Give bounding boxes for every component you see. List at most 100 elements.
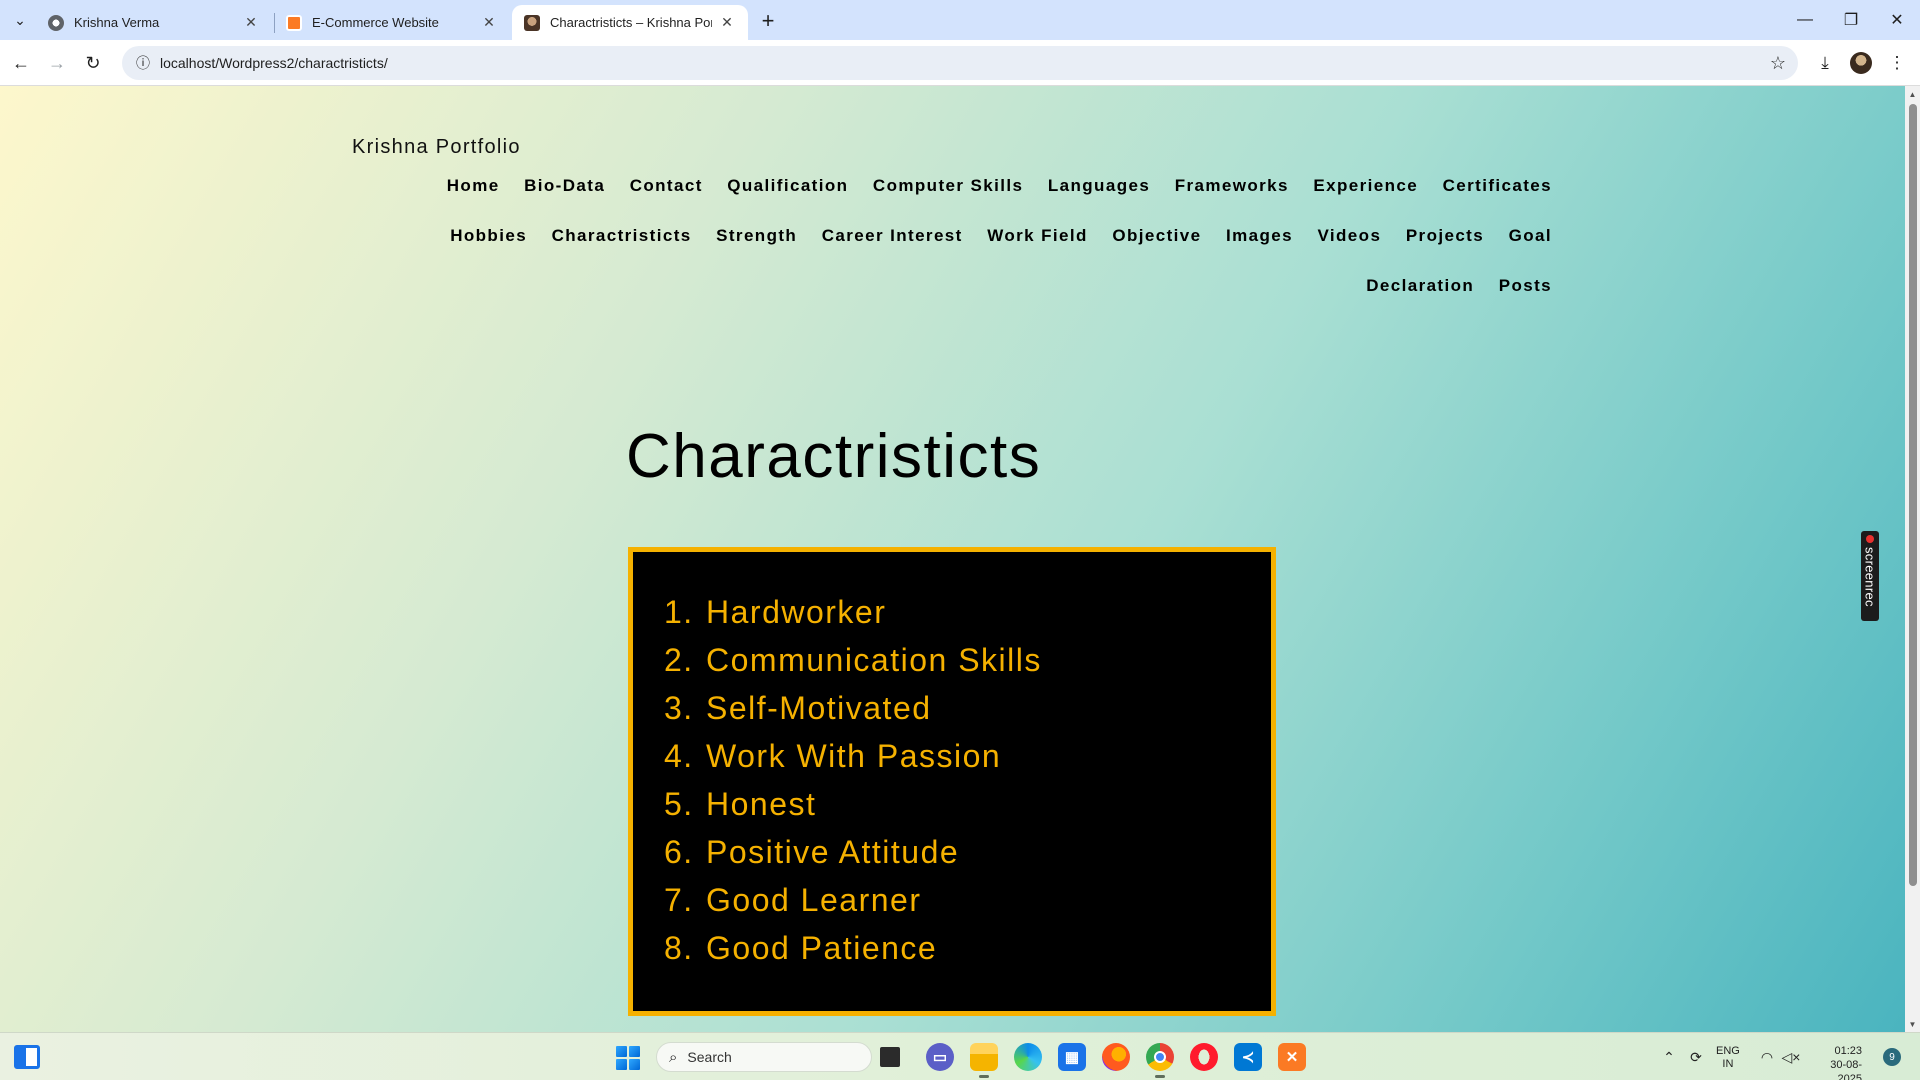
site-title[interactable]: Krishna Portfolio bbox=[352, 136, 521, 159]
screenrec-widget[interactable]: screenrec bbox=[1861, 531, 1879, 621]
sync-status-icon[interactable]: ⟳ bbox=[1684, 1043, 1708, 1071]
menu-item-charactristicts[interactable]: Charactristicts bbox=[552, 222, 692, 250]
address-bar[interactable]: ⓘ localhost/Wordpress2/charactristicts/ … bbox=[122, 46, 1798, 80]
windows-logo-pane bbox=[629, 1059, 640, 1070]
show-hidden-icons[interactable]: ⌃ bbox=[1658, 1043, 1680, 1071]
portrait-icon bbox=[524, 14, 540, 31]
taskbar-search[interactable]: ⌕ Search bbox=[656, 1042, 872, 1072]
chevron-down-icon: ⌄ bbox=[14, 11, 26, 28]
list-item: 4. Work With Passion bbox=[664, 732, 1042, 780]
start-button[interactable] bbox=[616, 1046, 640, 1070]
minimize-button[interactable]: — bbox=[1782, 0, 1828, 40]
notification-badge[interactable]: 9 bbox=[1883, 1048, 1901, 1066]
menu-item-languages[interactable]: Languages bbox=[1048, 172, 1150, 200]
menu-item-strength[interactable]: Strength bbox=[716, 222, 797, 250]
close-icon[interactable]: ✕ bbox=[480, 14, 498, 32]
restore-button[interactable]: ❐ bbox=[1828, 0, 1874, 40]
item-text: Communication Skills bbox=[706, 642, 1042, 678]
menu-item-bio-data[interactable]: Bio-Data bbox=[524, 172, 605, 200]
menu-item-frameworks[interactable]: Frameworks bbox=[1175, 172, 1289, 200]
menu-item-career-interest[interactable]: Career Interest bbox=[822, 222, 963, 250]
info-icon[interactable]: ⓘ bbox=[126, 53, 160, 73]
tab-title: Charactristicts – Krishna Portfolio bbox=[550, 15, 712, 30]
item-text: Honest bbox=[706, 786, 817, 822]
search-placeholder: Search bbox=[687, 1049, 732, 1065]
sync-icon: ⟳ bbox=[1690, 1048, 1702, 1065]
list-item: 1. Hardworker bbox=[664, 588, 1042, 636]
list-item: 3. Self-Motivated bbox=[664, 684, 1042, 732]
minimize-icon: — bbox=[1797, 11, 1813, 28]
tab-ecommerce-website[interactable]: E-Commerce Website ✕ bbox=[274, 5, 510, 40]
menu-item-experience[interactable]: Experience bbox=[1313, 172, 1418, 200]
list-item: 7. Good Learner bbox=[664, 876, 1042, 924]
clock[interactable]: 01:23 30-08-2025 bbox=[1812, 1044, 1862, 1080]
restore-icon: ❐ bbox=[1843, 12, 1859, 29]
tab-search-button[interactable]: ⌄ bbox=[8, 8, 32, 32]
opera-icon[interactable] bbox=[1190, 1043, 1218, 1071]
language-indicator[interactable]: ENG IN bbox=[1716, 1045, 1740, 1071]
profile-button[interactable] bbox=[1846, 48, 1876, 78]
chrome-icon[interactable] bbox=[1146, 1043, 1174, 1078]
windows-taskbar: ⌕ Search ▭ ▦ ≺ ✕ ⌃ ⟳ ENG IN ◠ ◁× 01:23 3… bbox=[0, 1032, 1920, 1080]
star-icon[interactable]: ☆ bbox=[1770, 53, 1786, 74]
plus-icon: + bbox=[761, 8, 775, 33]
menu-item-hobbies[interactable]: Hobbies bbox=[450, 222, 527, 250]
speaker-glyph: ◁× bbox=[1781, 1048, 1801, 1065]
close-icon[interactable]: ✕ bbox=[718, 14, 736, 32]
primary-menu: Home Bio-Data Contact Qualification Comp… bbox=[400, 172, 1552, 300]
close-window-button[interactable]: ✕ bbox=[1874, 0, 1920, 40]
item-number: 1. bbox=[664, 594, 694, 630]
menu-item-goal[interactable]: Goal bbox=[1509, 222, 1552, 250]
item-number: 8. bbox=[664, 930, 694, 966]
screenrec-label: screenrec bbox=[1862, 547, 1878, 607]
wifi-icon[interactable]: ◠ bbox=[1756, 1043, 1778, 1071]
menu-item-posts[interactable]: Posts bbox=[1499, 272, 1552, 300]
menu-item-home[interactable]: Home bbox=[447, 172, 500, 200]
scroll-down-icon[interactable]: ▼ bbox=[1908, 1018, 1917, 1030]
tab-title: E-Commerce Website bbox=[312, 15, 439, 30]
widgets-icon[interactable] bbox=[14, 1045, 40, 1069]
browser-toolbar: ← → ↻ ⓘ localhost/Wordpress2/charactrist… bbox=[0, 40, 1920, 86]
volume-muted-icon[interactable]: ◁× bbox=[1780, 1043, 1802, 1071]
downloads-button[interactable]: ⤓ bbox=[1810, 48, 1840, 78]
page-scrollbar[interactable]: ▲ ▼ bbox=[1905, 86, 1920, 1032]
firefox-icon[interactable] bbox=[1102, 1043, 1130, 1071]
file-explorer-icon[interactable] bbox=[970, 1043, 998, 1078]
back-button[interactable]: ← bbox=[6, 48, 36, 78]
close-icon: ✕ bbox=[1890, 12, 1904, 29]
menu-item-certificates[interactable]: Certificates bbox=[1443, 172, 1552, 200]
menu-item-work-field[interactable]: Work Field bbox=[987, 222, 1088, 250]
menu-item-images[interactable]: Images bbox=[1226, 222, 1293, 250]
vscode-icon[interactable]: ≺ bbox=[1234, 1043, 1262, 1071]
menu-item-projects[interactable]: Projects bbox=[1406, 222, 1484, 250]
item-text: Hardworker bbox=[706, 594, 887, 630]
language-code: ENG bbox=[1716, 1045, 1740, 1057]
tab-krishna-verma[interactable]: Krishna Verma ✕ bbox=[36, 5, 272, 40]
wifi-glyph: ◠ bbox=[1760, 1048, 1774, 1065]
reload-button[interactable]: ↻ bbox=[78, 48, 108, 78]
forward-button[interactable]: → bbox=[42, 48, 72, 78]
scroll-up-icon[interactable]: ▲ bbox=[1908, 88, 1917, 100]
microsoft-store-icon[interactable]: ▦ bbox=[1058, 1043, 1086, 1071]
item-text: Positive Attitude bbox=[706, 834, 960, 870]
task-view-icon[interactable] bbox=[880, 1047, 900, 1067]
browser-menu-button[interactable]: ⋮ bbox=[1882, 48, 1912, 78]
clock-time: 01:23 bbox=[1834, 1045, 1862, 1057]
list-item: 8. Good Patience bbox=[664, 924, 1042, 972]
menu-item-contact[interactable]: Contact bbox=[630, 172, 703, 200]
close-icon[interactable]: ✕ bbox=[242, 14, 260, 32]
scrollbar-thumb[interactable] bbox=[1909, 104, 1917, 886]
url-text[interactable]: localhost/Wordpress2/charactristicts/ bbox=[160, 55, 388, 71]
menu-item-qualification[interactable]: Qualification bbox=[727, 172, 848, 200]
menu-item-videos[interactable]: Videos bbox=[1317, 222, 1381, 250]
menu-item-objective[interactable]: Objective bbox=[1112, 222, 1201, 250]
edge-icon[interactable] bbox=[1014, 1043, 1042, 1071]
menu-item-declaration[interactable]: Declaration bbox=[1366, 272, 1474, 300]
tab-charactristicts[interactable]: Charactristicts – Krishna Portfolio ✕ bbox=[512, 5, 748, 40]
teams-icon[interactable]: ▭ bbox=[926, 1043, 954, 1071]
menu-item-computer-skills[interactable]: Computer Skills bbox=[873, 172, 1023, 200]
new-tab-button[interactable]: + bbox=[756, 8, 780, 33]
xampp-icon[interactable]: ✕ bbox=[1278, 1043, 1306, 1071]
windows-logo-pane bbox=[629, 1046, 640, 1057]
chrome-center bbox=[1154, 1051, 1166, 1063]
